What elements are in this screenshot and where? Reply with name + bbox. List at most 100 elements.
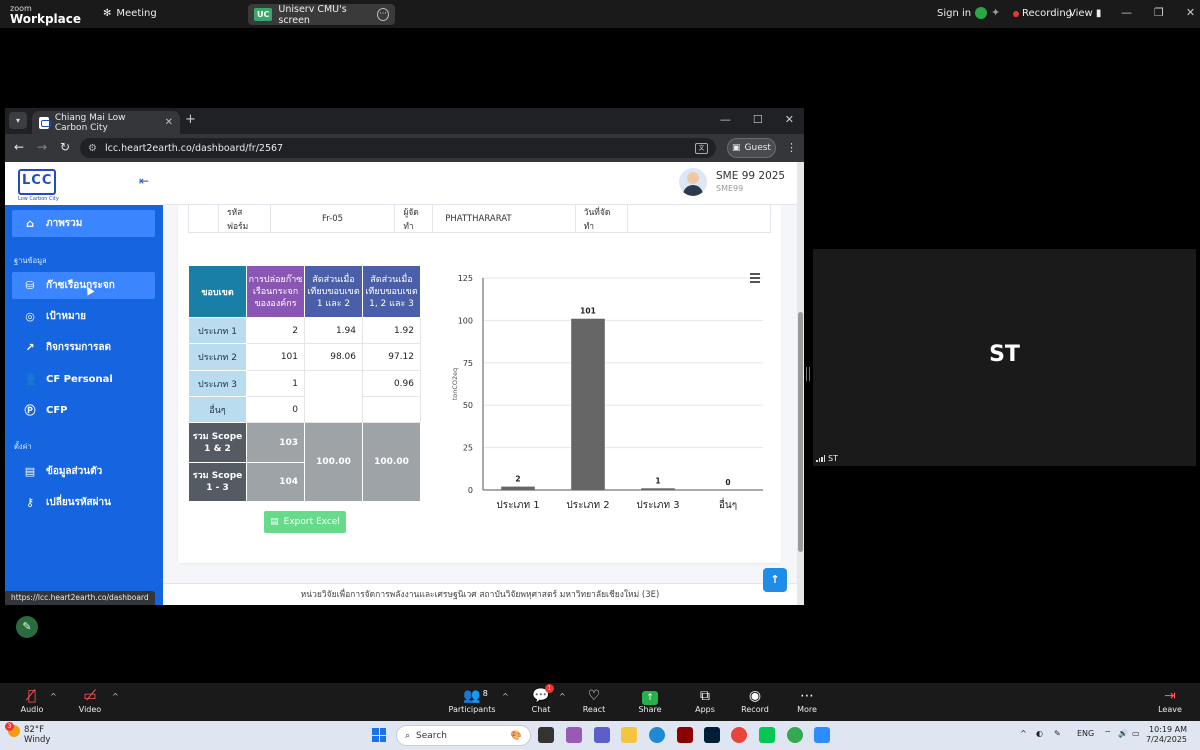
sidebar-item-profile[interactable]: ▤ ข้อมูลส่วนตัว xyxy=(12,458,155,485)
row-label: ประเภท 2 xyxy=(188,343,247,371)
copilot-icon[interactable] xyxy=(566,727,582,743)
signal-strength-icon xyxy=(816,455,825,462)
row-label: ประเภท 1 xyxy=(188,317,247,344)
chrome-icon[interactable] xyxy=(731,727,747,743)
illustrator-icon[interactable] xyxy=(677,727,693,743)
file-explorer-icon[interactable] xyxy=(621,727,637,743)
volume-icon[interactable]: 🔊 xyxy=(1118,729,1128,738)
more-button[interactable]: ⋯ More xyxy=(782,687,832,714)
recording-indicator[interactable]: Recording xyxy=(1013,8,1072,19)
export-excel-button[interactable]: ▤ Export Excel xyxy=(264,511,346,533)
windows-start-icon[interactable] xyxy=(372,728,386,742)
view-button[interactable]: View ▮ xyxy=(1069,8,1101,19)
browser-minimize-icon[interactable]: — xyxy=(720,113,731,126)
audio-caret-icon[interactable]: ^ xyxy=(50,692,57,701)
leave-button[interactable]: ⇥ Leave xyxy=(1145,687,1195,714)
scroll-thumb[interactable] xyxy=(798,312,803,552)
url-field[interactable]: ⚙ lcc.heart2earth.co/dashboard/fr/2567 文 xyxy=(80,138,716,158)
site-info-icon[interactable]: ⚙ xyxy=(88,143,97,154)
sidebar-item-cfp[interactable]: Ⓟ CFP xyxy=(12,397,155,424)
wifi-icon[interactable]: ⌔ xyxy=(1104,729,1112,739)
maximize-icon[interactable]: ❐ xyxy=(1154,6,1164,19)
browser-close-icon[interactable]: ✕ xyxy=(785,113,794,126)
x-tick-label: ประเภท 3 xyxy=(636,500,679,511)
report-card: รหัสฟอร์ม Fr-05 ผู้จัดทำ PHATTHARARAT วั… xyxy=(178,205,781,563)
lcc-logo[interactable] xyxy=(18,169,56,195)
y-tick-label: 125 xyxy=(458,274,473,283)
reload-icon[interactable]: ↻ xyxy=(60,140,70,154)
security-shield-icon[interactable] xyxy=(975,7,987,19)
photoshop-icon[interactable] xyxy=(704,727,720,743)
shared-screen-title: Uniserv CMU's screen xyxy=(278,3,347,26)
collapse-sidebar-icon[interactable]: ⇤ xyxy=(139,174,149,188)
minimize-icon[interactable]: — xyxy=(1121,6,1132,19)
sidebar-item-overview[interactable]: ⌂ ภาพรวม xyxy=(12,210,155,237)
sidebar-item-password[interactable]: ⚷ เปลี่ยนรหัสผ่าน xyxy=(12,489,155,516)
status-url: https://lcc.heart2earth.co/dashboard xyxy=(5,591,155,605)
sidebar-item-label: ก๊าซเรือนกระจก xyxy=(46,280,115,291)
browser-tab[interactable]: Chiang Mai Low Carbon City ✕ xyxy=(32,111,180,134)
participants-button[interactable]: 👥 8 Participants xyxy=(447,687,497,714)
guest-profile-button[interactable]: ▣ Guest xyxy=(727,138,776,158)
share-icon-wrap: ↑ xyxy=(625,687,675,705)
ai-companion-icon[interactable]: ✦ xyxy=(991,6,1000,19)
forward-icon[interactable]: → xyxy=(37,140,47,154)
browser-maximize-icon[interactable]: ☐ xyxy=(753,113,763,126)
share-label: Share xyxy=(638,705,662,714)
sidebar-item-targets[interactable]: ◎ เป้าหมาย xyxy=(12,303,155,330)
chart-menu-icon[interactable] xyxy=(750,273,760,285)
line-icon[interactable] xyxy=(759,727,775,743)
tray-overflow-icon[interactable]: ^ xyxy=(1020,729,1027,738)
new-tab-icon[interactable]: + xyxy=(185,112,196,127)
x-tick-label: ประเภท 2 xyxy=(566,500,609,511)
tab-search-icon[interactable]: ▾ xyxy=(9,112,27,129)
weather-widget[interactable]: 3 82°F Windy xyxy=(5,722,50,745)
row-emission: 2 xyxy=(246,317,305,344)
sidebar-item-ghg[interactable]: ⛁ ก๊าซเรือนกระจก xyxy=(12,272,155,299)
leave-label: Leave xyxy=(1158,705,1182,714)
zoom-app-icon[interactable] xyxy=(814,727,830,743)
browser-window-controls: — ☐ ✕ xyxy=(720,113,794,126)
meeting-menu[interactable]: ✻ Meeting xyxy=(103,8,157,19)
participants-caret-icon[interactable]: ^ xyxy=(502,692,509,701)
share-button[interactable]: ↑ Share xyxy=(625,687,675,714)
taskbar-search[interactable]: ⌕ Search 🎨 xyxy=(396,725,531,746)
taskbar-clock[interactable]: 10:19 AM 7/24/2025 xyxy=(1146,725,1187,745)
record-button[interactable]: ◉ Record xyxy=(730,687,780,714)
p-circle-icon: Ⓟ xyxy=(24,403,36,417)
video-button[interactable]: ▭̸ Video xyxy=(65,687,115,714)
close-icon[interactable]: ✕ xyxy=(1186,6,1195,19)
y-tick-label: 100 xyxy=(458,316,473,325)
task-view-icon[interactable] xyxy=(538,727,554,743)
sidebar-item-cf-personal[interactable]: 👤 CF Personal xyxy=(12,366,155,393)
url-text: lcc.heart2earth.co/dashboard/fr/2567 xyxy=(104,142,284,154)
sidebar-item-reduction[interactable]: ↗ กิจกรรมการลด xyxy=(12,334,155,361)
battery-icon[interactable]: ▭ xyxy=(1132,729,1140,738)
row-ratio123: 1.92 xyxy=(362,317,421,344)
sign-in-button[interactable]: Sign in xyxy=(937,8,971,19)
more-options-icon[interactable]: ··· xyxy=(377,8,389,21)
teams-icon[interactable] xyxy=(594,727,610,743)
edge-icon[interactable] xyxy=(649,727,665,743)
tray-pen-icon[interactable]: ✎ xyxy=(1054,729,1061,738)
tab-close-icon[interactable]: ✕ xyxy=(165,117,173,128)
participant-tile[interactable]: ST ST xyxy=(813,249,1196,466)
more-label: More xyxy=(797,705,817,714)
tray-app-icon[interactable]: ◐ xyxy=(1036,729,1043,738)
react-button[interactable]: ♡ React xyxy=(569,687,619,714)
language-indicator[interactable]: ENG xyxy=(1077,729,1094,738)
apps-button[interactable]: ⧉ Apps xyxy=(680,687,730,714)
scroll-top-button[interactable]: ↑ xyxy=(763,568,787,592)
avatar[interactable] xyxy=(679,168,707,196)
annotate-pencil-icon[interactable]: ✎ xyxy=(16,616,38,638)
page-scrollbar[interactable] xyxy=(797,162,804,605)
info-spacer xyxy=(189,205,219,232)
video-caret-icon[interactable]: ^ xyxy=(112,692,119,701)
back-icon[interactable]: ← xyxy=(14,140,24,154)
resize-handle-icon[interactable] xyxy=(806,367,810,381)
chat-caret-icon[interactable]: ^ xyxy=(559,692,566,701)
shared-screen-pill[interactable]: UC Uniserv CMU's screen ··· xyxy=(248,3,395,26)
translate-icon[interactable]: 文 xyxy=(695,142,708,154)
browser-menu-icon[interactable]: ⋮ xyxy=(786,141,797,154)
chrome-profile-icon[interactable] xyxy=(787,727,803,743)
